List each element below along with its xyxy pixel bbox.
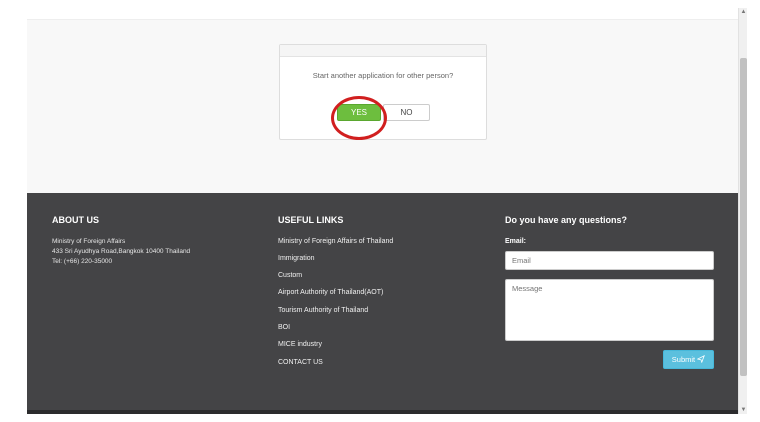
email-label: Email:	[505, 238, 527, 245]
scroll-thumb[interactable]	[740, 58, 747, 376]
dialog-question: Start another application for other pers…	[312, 71, 454, 80]
link-custom[interactable]: Custom	[278, 272, 302, 279]
footer: ABOUT US Ministry of Foreign Affairs 433…	[27, 193, 738, 412]
link-mice-industry[interactable]: MICE industry	[278, 341, 322, 348]
questions-heading: Do you have any questions?	[505, 215, 628, 225]
link-contact-us[interactable]: CONTACT US	[278, 359, 323, 366]
about-org-name: Ministry of Foreign Affairs	[52, 238, 126, 245]
vertical-scrollbar[interactable]: ▲ ▼	[738, 8, 747, 414]
scroll-down-arrow-icon[interactable]: ▼	[739, 406, 748, 414]
about-phone: Tel: (+66) 220-35000	[52, 258, 113, 265]
email-input[interactable]	[505, 251, 714, 270]
message-textarea[interactable]	[505, 279, 714, 341]
link-tourism-authority[interactable]: Tourism Authority of Thailand	[278, 307, 368, 314]
footer-bottom-bar	[27, 410, 738, 414]
scroll-up-arrow-icon[interactable]: ▲	[739, 8, 748, 16]
link-mfa-thailand[interactable]: Ministry of Foreign Affairs of Thailand	[278, 238, 393, 245]
useful-links-heading: USEFUL LINKS	[278, 215, 344, 225]
submit-button[interactable]: Submit	[663, 350, 714, 369]
no-button[interactable]: NO	[383, 104, 430, 121]
link-boi[interactable]: BOI	[278, 324, 290, 331]
dialog-header	[280, 45, 486, 57]
top-header-strip	[27, 0, 738, 20]
paper-plane-icon	[696, 354, 706, 364]
link-immigration[interactable]: Immigration	[278, 255, 315, 262]
submit-label: Submit	[671, 355, 696, 364]
about-address: 433 Sri Ayudhya Road,Bangkok 10400 Thail…	[52, 248, 191, 255]
link-aot[interactable]: Airport Authority of Thailand(AOT)	[278, 289, 383, 296]
red-annotation-circle	[331, 96, 387, 140]
about-us-heading: ABOUT US	[52, 215, 99, 225]
